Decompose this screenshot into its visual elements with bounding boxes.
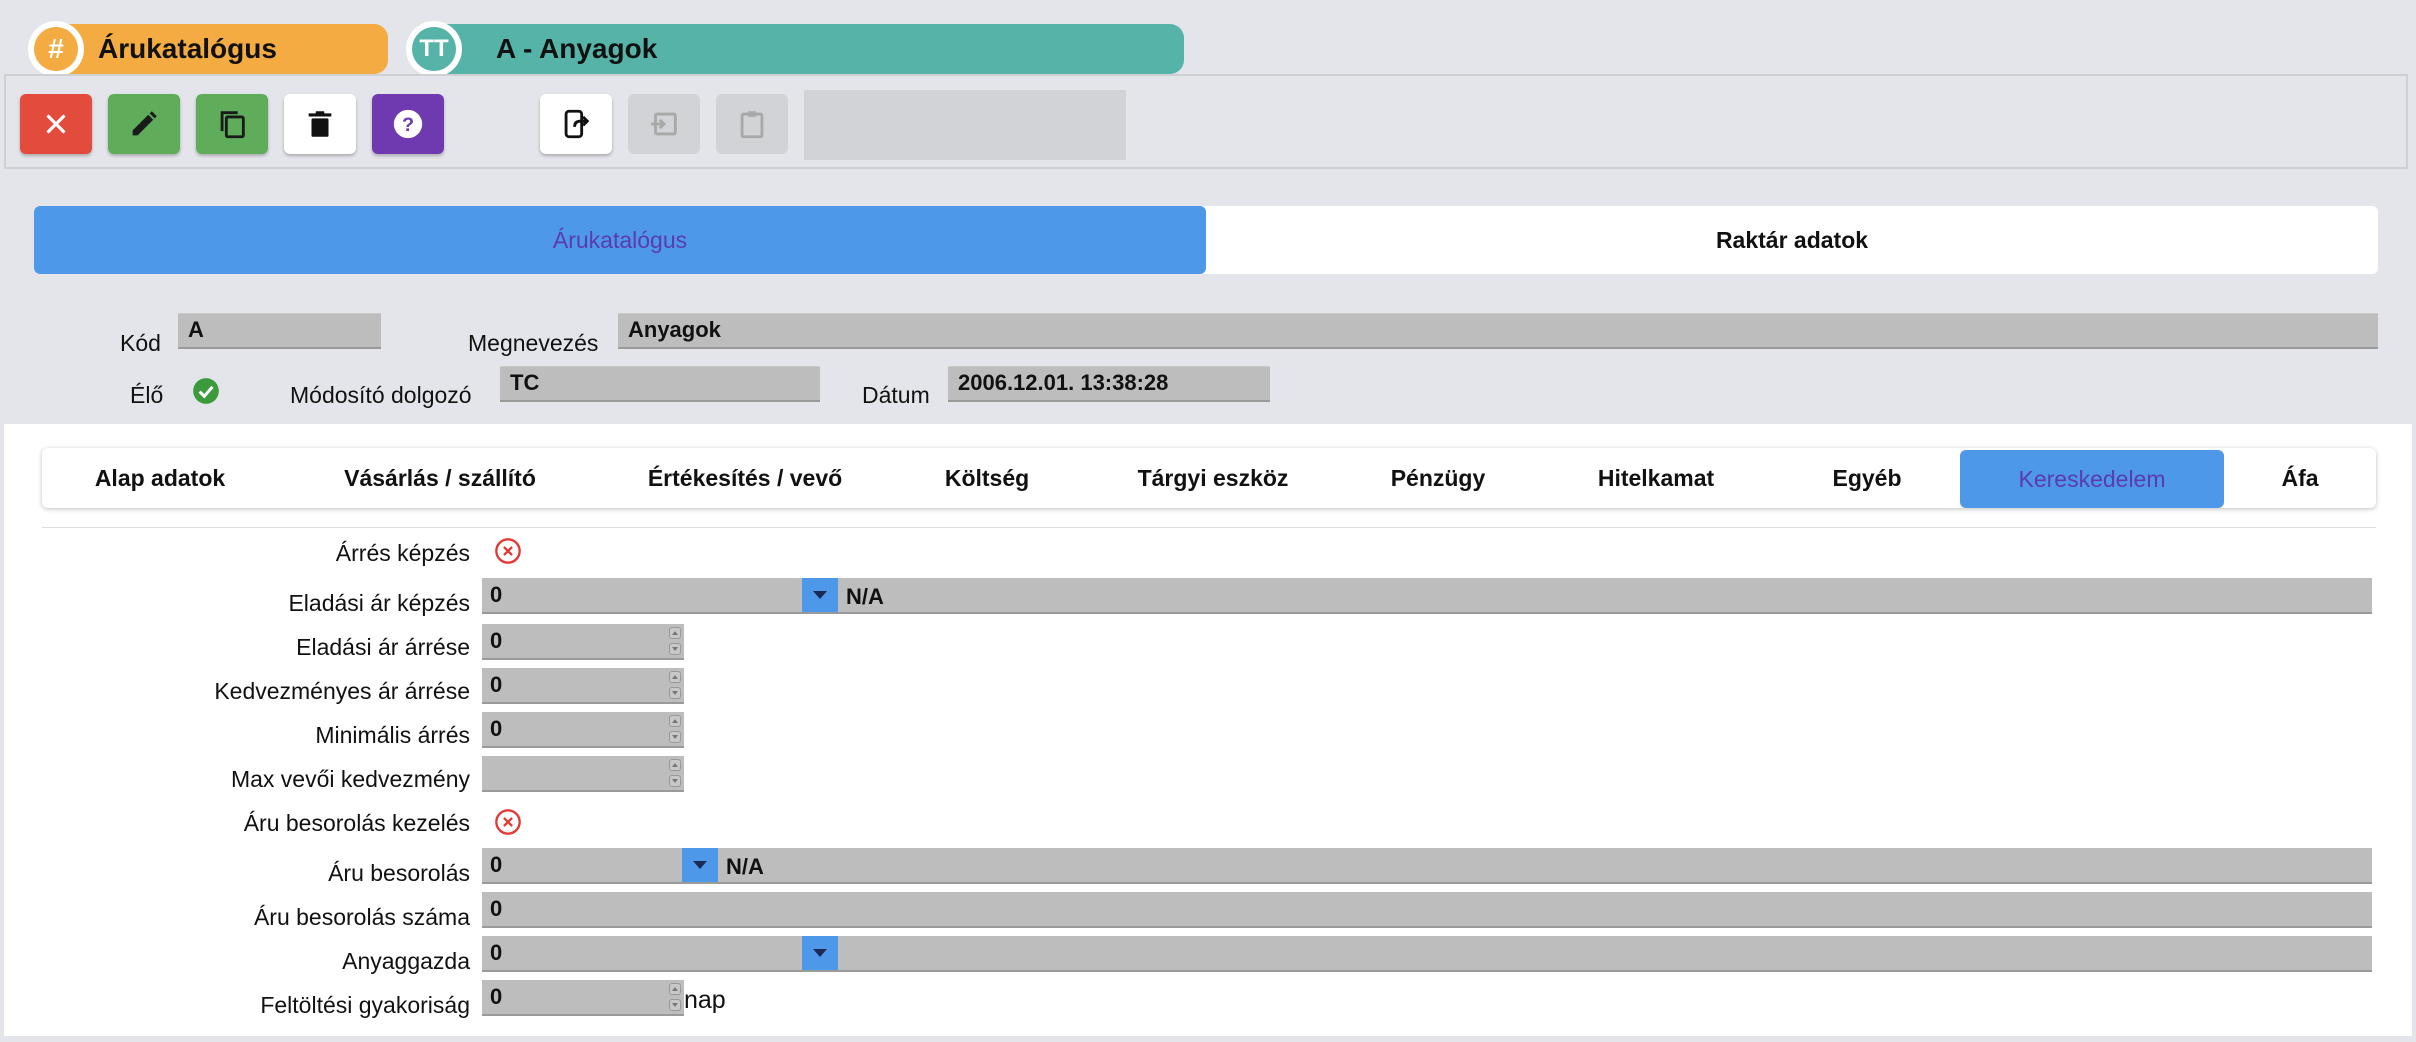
date-label: Dátum	[862, 382, 930, 408]
main-tabs: Árukatalógus Raktár adatok	[34, 206, 2378, 274]
subtab-ertekesites[interactable]: Értékesítés / vevő	[602, 448, 888, 508]
import-button[interactable]	[628, 94, 700, 154]
subtab-penzugy[interactable]: Pénzügy	[1340, 448, 1536, 508]
classification-number-input[interactable]: 0	[482, 892, 2372, 928]
sub-tabs: Alap adatok Vásárlás / szállító Értékesí…	[42, 448, 2376, 508]
trash-icon	[308, 111, 332, 137]
delete-button[interactable]	[284, 94, 356, 154]
tab-raktar-adatok[interactable]: Raktár adatok	[1206, 206, 2378, 274]
name-field[interactable]: Anyagok	[618, 313, 2378, 349]
sale-price-text: N/A	[846, 584, 884, 609]
modifier-label: Módosító dolgozó	[290, 382, 472, 408]
min-margin-label: Minimális árrés	[315, 722, 470, 748]
classification-mgmt-label: Áru besorolás kezelés	[243, 810, 470, 836]
material-owner-label: Anyaggazda	[342, 948, 470, 974]
catalog-title-pill[interactable]: # Árukatalógus	[28, 21, 388, 77]
paste-button[interactable]	[716, 94, 788, 154]
edit-button[interactable]	[108, 94, 180, 154]
stepper-icon[interactable]	[668, 627, 682, 655]
stepper-icon[interactable]	[668, 715, 682, 743]
classification-dropdown-button[interactable]	[682, 848, 718, 882]
record-title: A - Anyagok	[496, 33, 658, 64]
subtab-hitelkamat[interactable]: Hitelkamat	[1536, 448, 1776, 508]
sale-price-select[interactable]: 0	[482, 578, 2372, 614]
sale-price-label: Eladási ár képzés	[288, 590, 470, 616]
toolbar-blank-slot	[804, 90, 1126, 160]
detail-panel: Alap adatok Vásárlás / szállító Értékesí…	[4, 424, 2412, 1036]
discount-margin-input[interactable]: 0	[482, 668, 684, 704]
classification-number-label: Áru besorolás száma	[253, 904, 470, 930]
discount-margin-value: 0	[490, 672, 503, 697]
refill-input[interactable]: 0	[482, 980, 684, 1016]
export-button[interactable]	[540, 94, 612, 154]
catalog-title: Árukatalógus	[98, 33, 277, 64]
live-label: Élő	[130, 382, 164, 408]
modifier-field[interactable]: TC	[500, 366, 820, 402]
svg-text:?: ?	[402, 114, 414, 136]
help-button[interactable]: ?	[372, 94, 444, 154]
subtab-vasarlas[interactable]: Vásárlás / szállító	[278, 448, 602, 508]
record-title-pill[interactable]: TT A - Anyagok	[406, 21, 1184, 77]
code-field[interactable]: A	[178, 313, 381, 349]
classification-select[interactable]: 0	[482, 848, 2372, 884]
sale-price-value: 0	[490, 582, 503, 607]
import-icon	[651, 112, 677, 136]
check-circle-icon	[193, 378, 219, 404]
subtab-kereskedelem[interactable]: Kereskedelem	[1960, 450, 2224, 508]
refill-value: 0	[490, 984, 503, 1009]
divider	[42, 527, 2376, 528]
classification-label: Áru besorolás	[328, 860, 470, 886]
date-field[interactable]: 2006.12.01. 13:38:28	[948, 366, 1270, 402]
classification-value: 0	[490, 852, 503, 877]
copy-button[interactable]	[196, 94, 268, 154]
sale-margin-label: Eladási ár árrése	[296, 634, 470, 660]
code-label: Kód	[120, 330, 161, 356]
export-icon	[564, 109, 590, 139]
hash-icon: #	[28, 21, 84, 77]
subtab-alap-adatok[interactable]: Alap adatok	[42, 448, 278, 508]
subtab-targyi-eszkoz[interactable]: Tárgyi eszköz	[1086, 448, 1340, 508]
refill-label: Feltöltési gyakoriság	[260, 992, 470, 1018]
sale-price-dropdown-button[interactable]	[802, 578, 838, 612]
material-owner-dropdown-button[interactable]	[802, 936, 838, 970]
stepper-icon[interactable]	[668, 671, 682, 699]
name-label: Megnevezés	[468, 330, 599, 356]
sale-margin-value: 0	[490, 628, 503, 653]
stepper-icon[interactable]	[668, 983, 682, 1011]
refill-unit: nap	[684, 986, 726, 1014]
sale-margin-input[interactable]: 0	[482, 624, 684, 660]
close-button[interactable]	[20, 94, 92, 154]
min-margin-value: 0	[490, 716, 503, 741]
discount-margin-label: Kedvezményes ár árrése	[214, 678, 470, 704]
text-format-icon: TT	[406, 21, 462, 77]
classification-text: N/A	[726, 854, 764, 879]
tab-arukatalogus[interactable]: Árukatalógus	[34, 206, 1206, 274]
copy-icon	[220, 111, 245, 139]
subtab-koltseg[interactable]: Költség	[888, 448, 1086, 508]
pencil-icon	[132, 111, 157, 136]
material-owner-value: 0	[490, 940, 503, 965]
max-discount-input[interactable]	[482, 756, 684, 792]
max-discount-label: Max vevői kedvezmény	[230, 766, 470, 792]
clipboard-icon	[740, 111, 764, 139]
toolbar: ?	[4, 74, 2408, 169]
subtab-afa[interactable]: Áfa	[2224, 448, 2376, 508]
x-circle-icon[interactable]	[494, 808, 522, 836]
stepper-icon[interactable]	[668, 759, 682, 787]
help-icon: ?	[393, 109, 423, 139]
margin-label: Árrés képzés	[335, 540, 470, 566]
subtab-egyeb[interactable]: Egyéb	[1776, 448, 1958, 508]
min-margin-input[interactable]: 0	[482, 712, 684, 748]
x-circle-icon[interactable]	[494, 537, 522, 565]
material-owner-select[interactable]: 0	[482, 936, 2372, 972]
close-icon	[46, 114, 66, 134]
